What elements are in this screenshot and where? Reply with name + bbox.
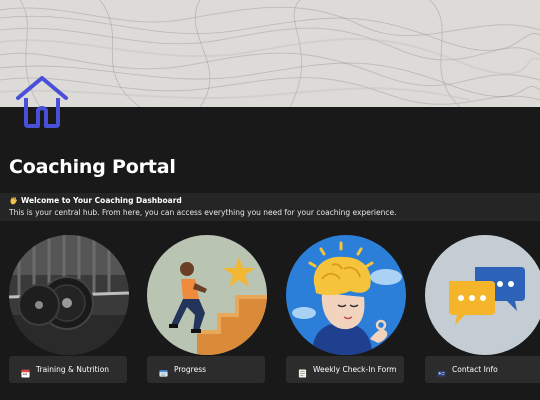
page-title: Coaching Portal — [9, 156, 176, 178]
barbell-image — [9, 235, 129, 355]
card-weekly-check-in-form[interactable]: Weekly Check-In Form — [286, 230, 410, 385]
card-label: Contact Info — [452, 365, 498, 374]
card-label-box[interactable]: Training & Nutrition — [9, 356, 127, 383]
brain-meditation-image — [286, 235, 406, 355]
card-training-nutrition[interactable]: Training & Nutrition — [9, 230, 133, 385]
card-label: Progress — [174, 365, 207, 374]
card-label: Weekly Check-In Form — [313, 365, 397, 374]
callout-title: Welcome to Your Coaching Dashboard — [21, 196, 182, 205]
cover-image — [0, 0, 540, 107]
waving-hand-icon — [9, 196, 18, 205]
chat-bubbles-image — [425, 235, 540, 355]
card-progress[interactable]: Progress — [147, 230, 271, 385]
card-contact-info[interactable]: Contact Info — [425, 230, 540, 385]
callout-body: This is your central hub. From here, you… — [9, 208, 397, 217]
home-icon — [12, 72, 72, 132]
calendar-icon — [21, 365, 30, 378]
card-label: Training & Nutrition — [36, 365, 110, 374]
card-label-box[interactable]: Weekly Check-In Form — [286, 356, 404, 383]
welcome-callout: Welcome to Your Coaching Dashboard This … — [0, 193, 540, 221]
stairs-climber-image — [147, 235, 267, 355]
card-label-box[interactable]: Contact Info — [425, 356, 540, 383]
card-index-icon — [159, 365, 168, 377]
card-label-box[interactable]: Progress — [147, 356, 265, 383]
memo-icon — [298, 365, 307, 378]
contact-card-icon — [437, 365, 446, 377]
